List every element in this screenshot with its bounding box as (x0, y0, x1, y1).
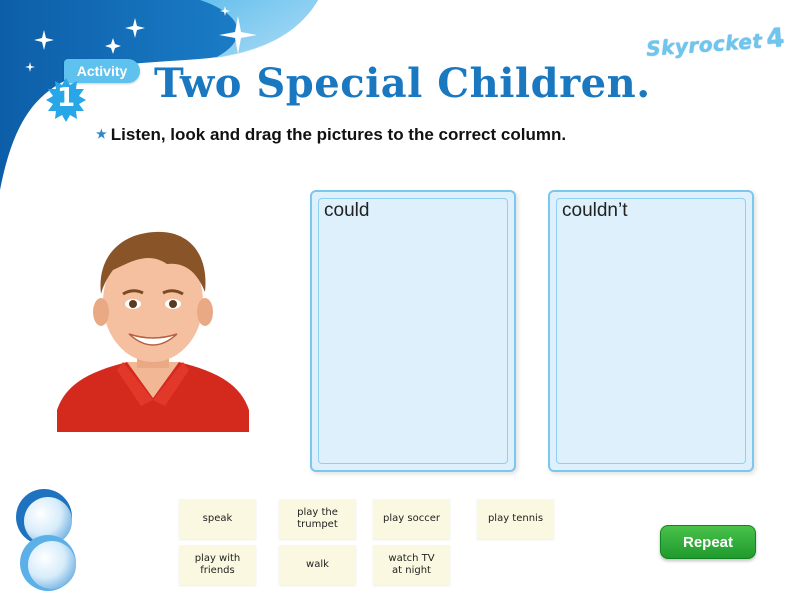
card-play-tennis[interactable]: play tennis (477, 499, 554, 539)
card-label: play with friends (194, 553, 241, 576)
card-play-soccer[interactable]: play soccer (373, 499, 450, 539)
could-column[interactable]: could (310, 190, 516, 472)
card-play-with-friends[interactable]: play with friends (179, 545, 256, 585)
bullet-star-icon: ★ (96, 127, 107, 141)
card-label: walk (306, 559, 329, 570)
card-label: play the trumpet (297, 507, 338, 530)
card-label: speak (202, 513, 233, 524)
card-play-the-trumpet[interactable]: play the trumpet (279, 499, 356, 539)
card-label: play soccer (383, 513, 440, 524)
couldnt-column[interactable]: couldn’t (548, 190, 754, 472)
repeat-button[interactable]: Repeat (660, 525, 756, 559)
card-label: watch TV at night (388, 553, 435, 576)
card-walk[interactable]: walk (279, 545, 356, 585)
could-drop-zone[interactable] (318, 198, 508, 464)
card-watch-tv-at-night[interactable]: watch TV at night (373, 545, 450, 585)
card-speak[interactable]: speak (179, 499, 256, 539)
instruction-label: Listen, look and drag the pictures to th… (110, 125, 567, 144)
activity-number: 1 (56, 83, 76, 113)
card-label: play tennis (487, 513, 544, 524)
instruction-text: ★ Listen, look and drag the pictures to t… (96, 125, 566, 145)
couldnt-drop-zone[interactable] (556, 198, 746, 464)
logo-number: 4 (765, 23, 786, 55)
boy-photo (57, 231, 249, 432)
column-label-could: could (324, 200, 370, 221)
column-label-couldnt: couldn’t (562, 200, 628, 221)
page-title: Two Special Children. (154, 60, 651, 107)
decorative-circles-icon (16, 489, 76, 591)
